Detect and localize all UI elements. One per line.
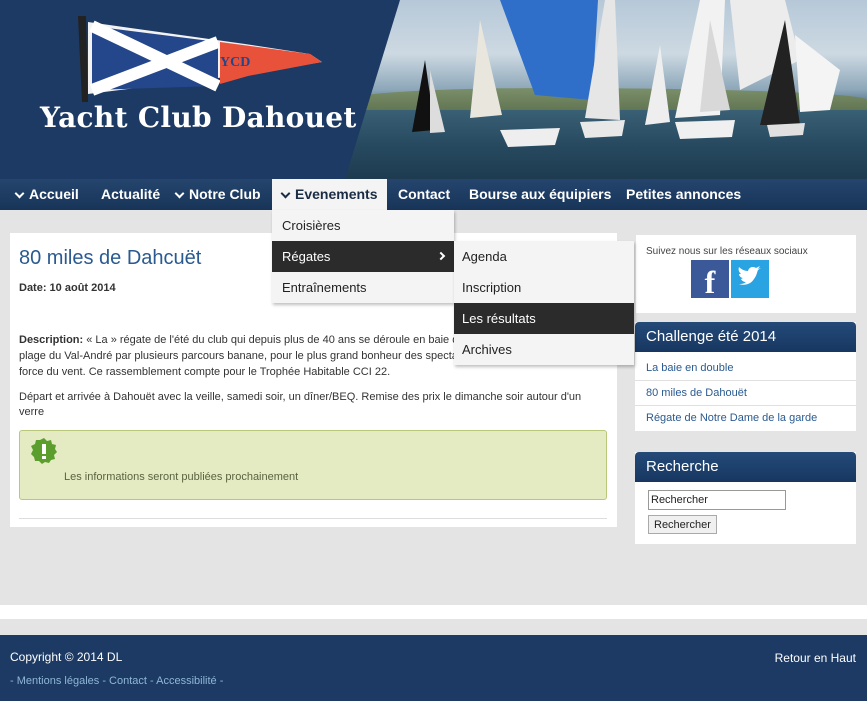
challenge-link-80-miles[interactable]: 80 miles de Dahouët bbox=[635, 381, 856, 406]
search-input[interactable] bbox=[648, 490, 786, 510]
post-date: Date: 10 août 2014 bbox=[19, 282, 116, 294]
nav-actualite[interactable]: Actualité bbox=[101, 179, 160, 210]
challenge-link-notre-dame[interactable]: Régate de Notre Dame de la garde bbox=[635, 406, 856, 431]
club-flag-logo: YCD bbox=[78, 16, 322, 102]
info-notice: Les informations seront publiées prochai… bbox=[19, 430, 607, 500]
challenge-box: Challenge été 2014 La baie en double 80 … bbox=[635, 322, 856, 431]
footer-links[interactable]: - Mentions légales - Contact - Accessibi… bbox=[10, 675, 223, 687]
nav-label-bourse: Bourse aux équipiers bbox=[469, 186, 612, 202]
twitter-bird-icon bbox=[738, 266, 761, 285]
nav-label-evenements: Evenements bbox=[295, 186, 378, 202]
menu-item-regates[interactable]: Régates bbox=[272, 241, 454, 272]
nav-bourse-equipiers[interactable]: Bourse aux équipiers bbox=[469, 179, 611, 210]
main-nav: Accueil Actualité Notre Club Evenements … bbox=[0, 179, 867, 210]
header-photo bbox=[330, 0, 867, 179]
search-title: Recherche bbox=[635, 452, 856, 482]
divider bbox=[19, 518, 607, 519]
submenu-item-resultats[interactable]: Les résultats bbox=[454, 303, 634, 334]
nav-label-annonces: Petites annonces bbox=[626, 186, 742, 202]
social-text: Suivez nous sur les réseaux sociaux bbox=[646, 246, 808, 257]
nav-label-actualite: Actualité bbox=[101, 186, 161, 202]
copyright-text: Copyright © 2014 DL bbox=[10, 650, 123, 664]
menu-item-entrainements[interactable]: Entraînements bbox=[272, 272, 454, 303]
chevron-down-icon bbox=[280, 188, 291, 199]
nav-label-accueil: Accueil bbox=[29, 186, 79, 202]
exclamation-icon bbox=[31, 438, 57, 464]
submenu-item-archives[interactable]: Archives bbox=[454, 334, 634, 365]
sailboats-illustration bbox=[412, 0, 840, 147]
nav-accueil[interactable]: Accueil bbox=[14, 179, 79, 210]
nav-evenements[interactable]: Evenements bbox=[272, 179, 388, 210]
site-title[interactable]: Yacht Club Dahouet bbox=[40, 101, 357, 134]
search-button[interactable]: Rechercher bbox=[648, 515, 717, 534]
flag-ycd-text: YCD bbox=[220, 55, 250, 70]
page-title: 80 miles de Dahcuët bbox=[19, 247, 202, 269]
site-footer bbox=[0, 635, 867, 701]
site-header: YCD Yacht Club Dahouet bbox=[0, 0, 867, 179]
nav-petites-annonces[interactable]: Petites annonces bbox=[626, 179, 741, 210]
events-dropdown: Croisières Régates Entraînements bbox=[272, 210, 454, 303]
chevron-down-icon bbox=[14, 188, 25, 199]
facebook-icon[interactable]: f bbox=[691, 260, 729, 298]
submenu-item-inscription[interactable]: Inscription bbox=[454, 272, 634, 303]
notice-text: Les informations seront publiées prochai… bbox=[64, 471, 299, 483]
chevron-down-icon bbox=[174, 188, 185, 199]
nav-label-notre-club: Notre Club bbox=[189, 186, 261, 202]
description-label: Description: bbox=[19, 334, 84, 346]
menu-label-regates: Régates bbox=[282, 249, 331, 264]
menu-item-croisieres[interactable]: Croisières bbox=[272, 210, 454, 241]
challenge-title: Challenge été 2014 bbox=[635, 322, 856, 352]
nav-notre-club[interactable]: Notre Club bbox=[174, 179, 261, 210]
regates-submenu: Agenda Inscription Les résultats Archive… bbox=[454, 241, 634, 365]
submenu-item-agenda[interactable]: Agenda bbox=[454, 241, 634, 272]
post-paragraph: Départ et arrivée à Dahouët avec la veil… bbox=[19, 391, 582, 418]
chevron-right-icon bbox=[436, 251, 446, 261]
nav-label-contact: Contact bbox=[398, 186, 451, 202]
back-to-top-link[interactable]: Retour en Haut bbox=[775, 651, 856, 665]
nav-contact[interactable]: Contact bbox=[398, 179, 450, 210]
footer-top-band bbox=[0, 605, 867, 619]
twitter-icon[interactable] bbox=[731, 260, 769, 298]
challenge-link-baie-double[interactable]: La baie en double bbox=[635, 356, 856, 381]
